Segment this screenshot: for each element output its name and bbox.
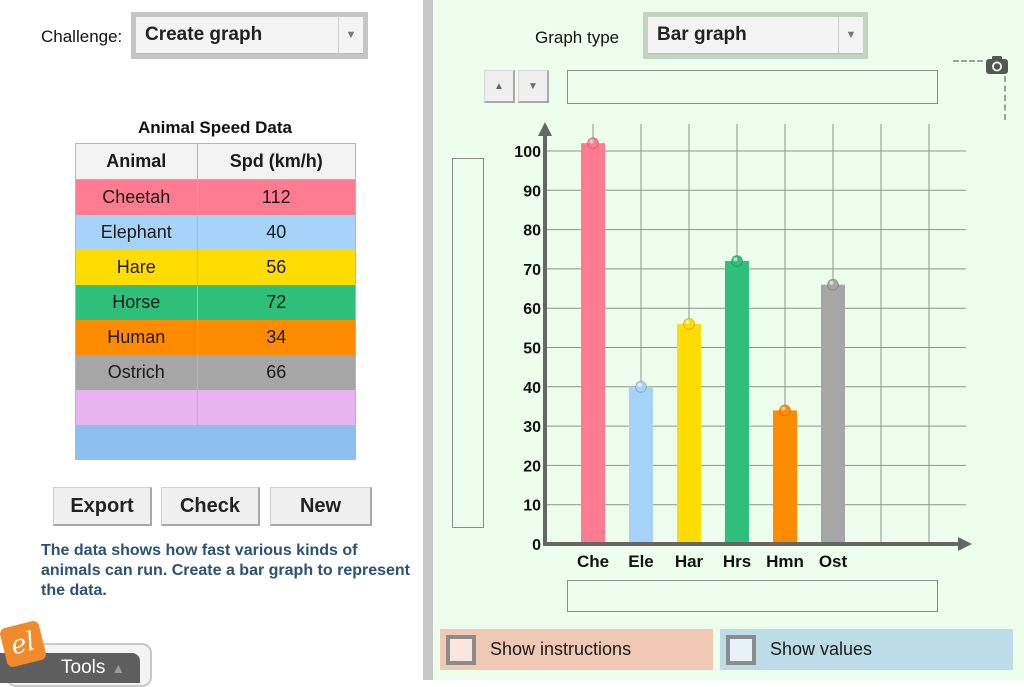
bar-chart: 0 10 20 30 40 50 60 70 80 90 100 Che Ele Har Hrs Hmn Os… [514, 122, 972, 571]
bar-har[interactable] [677, 323, 701, 544]
x-tick-label: Hmn [766, 552, 804, 571]
table-row[interactable]: Human 34 [75, 320, 356, 355]
bar-handle[interactable] [779, 404, 791, 417]
export-button[interactable]: Export [53, 487, 152, 526]
speed-cell[interactable] [196, 425, 356, 460]
table-row[interactable]: Horse 72 [75, 285, 356, 320]
bar-handle-highlight [637, 383, 642, 387]
y-tick-label: 20 [523, 458, 541, 475]
table-row[interactable]: Elephant 40 [75, 215, 356, 250]
x-tick-label: Ost [819, 552, 848, 571]
table-row[interactable] [75, 390, 356, 425]
bar-ost[interactable] [821, 284, 845, 544]
graph-type-select[interactable]: Bar graph ▼ [643, 12, 868, 59]
animal-cell[interactable]: Cheetah [75, 179, 198, 215]
bar-hrs[interactable] [725, 261, 749, 544]
x-tick-label: Har [675, 552, 704, 571]
y-tick-label: 40 [523, 380, 541, 397]
show-instructions-checkbox[interactable] [446, 634, 476, 665]
speed-cell[interactable] [196, 390, 356, 425]
speed-cell[interactable]: 66 [196, 355, 356, 390]
bar-handle-highlight [733, 257, 738, 262]
challenge-select-value: Create graph [145, 24, 263, 45]
bar-handle[interactable] [731, 255, 743, 268]
animal-cell[interactable]: Hare [75, 250, 198, 285]
triangle-down-icon: ▼ [528, 80, 538, 92]
animal-cell[interactable]: Ostrich [75, 355, 198, 390]
table-row[interactable]: Hare 56 [75, 250, 356, 285]
animal-cell[interactable] [75, 390, 198, 425]
table-row[interactable]: Cheetah 112 [75, 179, 356, 215]
data-table: Animal Spd (km/h) Cheetah 112 Elephant 40 Ha… [75, 143, 356, 460]
y-tick-label: 90 [523, 183, 541, 200]
animal-cell[interactable] [75, 425, 198, 460]
chevron-down-icon[interactable]: ▼ [838, 17, 863, 53]
table-row[interactable]: Ostrich 66 [75, 355, 356, 390]
speed-cell[interactable]: 56 [196, 250, 356, 285]
triangle-up-icon: ▲ [494, 80, 504, 92]
y-tick-label: 30 [523, 419, 541, 436]
graph-type-select-value: Bar graph [657, 24, 747, 45]
graph-title-input[interactable] [567, 70, 938, 104]
bar-ele[interactable] [629, 386, 653, 544]
bar-handle[interactable] [827, 278, 839, 291]
table-title: Animal Speed Data [138, 118, 292, 137]
bar-handle[interactable] [683, 317, 695, 330]
show-instructions-toggle[interactable]: Show instructions [440, 629, 713, 670]
snapshot-guide-horizontal [953, 60, 983, 62]
snapshot-guide-vertical [1004, 76, 1006, 120]
tools-label: Tools [61, 657, 106, 678]
panel-divider[interactable] [423, 0, 433, 680]
column-header-animal: Animal [75, 143, 198, 180]
bar-handle-highlight [685, 320, 690, 325]
y-tick-label: 0 [532, 537, 541, 554]
bar-handle-highlight [589, 139, 594, 144]
graph-type-label: Graph type [535, 28, 620, 47]
y-tick-label: 70 [523, 262, 541, 279]
bar-che[interactable] [581, 143, 605, 544]
y-tick-label: 50 [523, 341, 541, 358]
animal-cell[interactable]: Horse [75, 285, 198, 320]
instructions-text: The data shows how fast various kinds of… [41, 542, 411, 599]
y-axis-arrow-icon [538, 122, 552, 136]
table-row[interactable] [75, 425, 356, 460]
camera-icon[interactable] [985, 55, 1009, 75]
bar-hmn[interactable] [773, 410, 797, 544]
x-tick-label: Che [577, 552, 609, 571]
y-tick-label: 60 [523, 301, 541, 318]
bar-handle-highlight [829, 280, 834, 285]
x-axis-arrow-icon [958, 537, 972, 551]
show-values-checkbox[interactable] [726, 634, 756, 665]
animal-cell[interactable]: Elephant [75, 215, 198, 250]
x-tick-label: Ele [628, 552, 654, 571]
y-tick-label: 100 [514, 144, 541, 161]
speed-cell[interactable]: 112 [196, 179, 356, 215]
new-button[interactable]: New [270, 487, 372, 526]
x-axis-label-input[interactable] [567, 580, 938, 612]
y-tick-label: 10 [523, 498, 541, 515]
speed-cell[interactable]: 72 [196, 285, 356, 320]
show-values-label: Show values [770, 639, 873, 659]
x-tick-label: Hrs [723, 552, 751, 571]
show-values-toggle[interactable]: Show values [720, 629, 1013, 670]
check-button[interactable]: Check [161, 487, 260, 526]
scale-up-button[interactable]: ▲ [484, 70, 515, 103]
animal-cell[interactable]: Human [75, 320, 198, 355]
show-instructions-label: Show instructions [490, 639, 632, 659]
challenge-label: Challenge: [41, 27, 123, 46]
speed-cell[interactable]: 34 [196, 320, 356, 355]
chevron-down-icon[interactable]: ▼ [338, 17, 363, 53]
challenge-select[interactable]: Create graph ▼ [131, 12, 368, 59]
column-header-speed: Spd (km/h) [196, 143, 356, 180]
y-tick-label: 80 [523, 223, 541, 240]
scale-down-button[interactable]: ▼ [518, 70, 549, 103]
triangle-up-icon: ▲ [111, 660, 126, 676]
bar-handle-highlight [781, 406, 786, 411]
left-panel: Challenge: Create graph ▼ Animal Speed D… [0, 0, 423, 687]
speed-cell[interactable]: 40 [196, 215, 356, 250]
bar-handle[interactable] [587, 137, 599, 150]
bar-handle[interactable] [635, 380, 647, 393]
